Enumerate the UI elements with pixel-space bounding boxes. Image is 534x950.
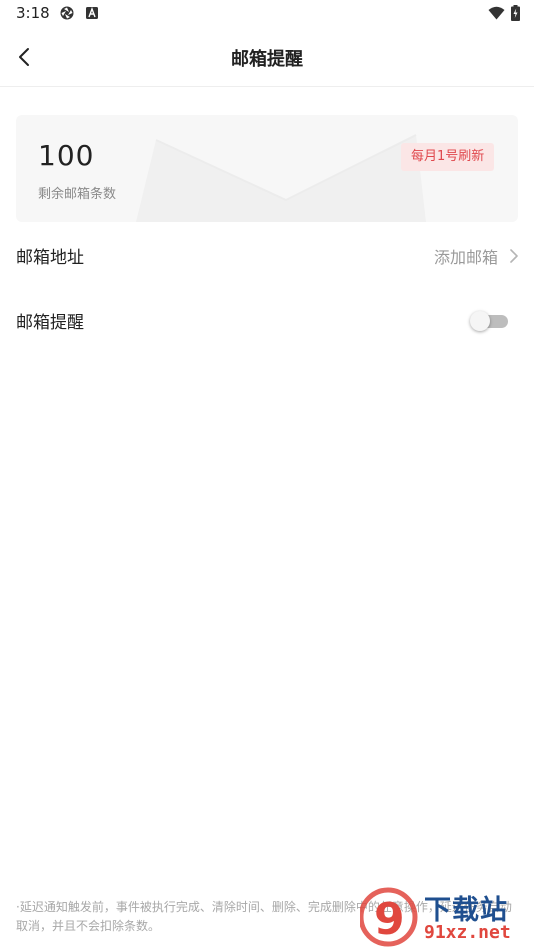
- nav-bar: 邮箱提醒: [0, 28, 534, 87]
- remaining-label: 剩余邮箱条数: [38, 187, 117, 202]
- envelope-watermark-icon: [136, 134, 426, 222]
- chevron-right-icon: [510, 249, 518, 263]
- wifi-icon: [488, 6, 505, 20]
- email-reminder-label: 邮箱提醒: [16, 313, 84, 333]
- add-email-link[interactable]: 添加邮箱: [434, 244, 498, 268]
- page-title: 邮箱提醒: [231, 49, 303, 70]
- watermark-mark: 9: [374, 894, 405, 945]
- remaining-count: 100: [38, 139, 95, 172]
- email-address-label: 邮箱地址: [16, 248, 84, 268]
- quota-card: 100 剩余邮箱条数 每月1号刷新: [16, 115, 518, 222]
- status-bar: 3:18: [0, 0, 534, 28]
- watermark-text-bottom: 91xz.net: [424, 922, 511, 943]
- email-reminder-toggle[interactable]: [470, 311, 508, 331]
- status-time: 3:18: [16, 4, 50, 22]
- battery-charging-icon: [511, 5, 520, 21]
- email-reminder-row: 邮箱提醒: [0, 300, 534, 340]
- refresh-badge: 每月1号刷新: [401, 143, 495, 171]
- email-address-row[interactable]: 邮箱地址 添加邮箱: [0, 235, 534, 275]
- aperture-icon: [60, 6, 74, 20]
- site-watermark: 9 下载站 91xz.net: [360, 886, 530, 948]
- toggle-knob: [470, 311, 490, 331]
- status-right: [488, 5, 520, 21]
- font-a-icon: [86, 7, 98, 19]
- watermark-logo-icon: 9: [360, 887, 418, 947]
